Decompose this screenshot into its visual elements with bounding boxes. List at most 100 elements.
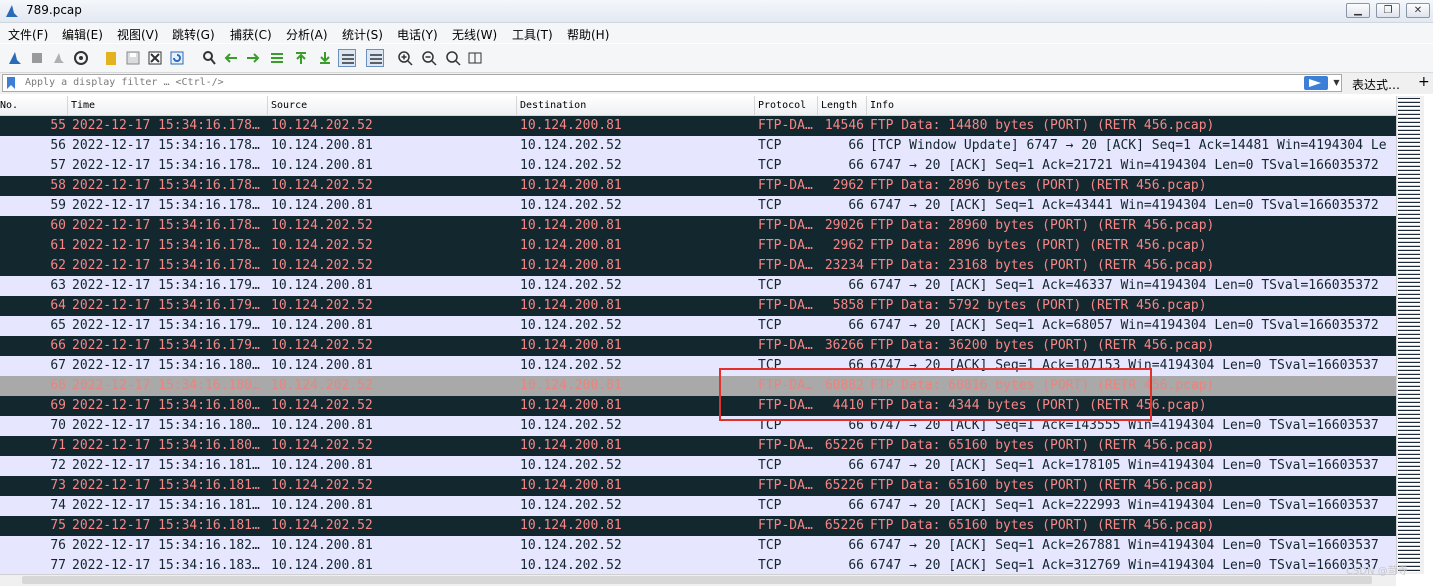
table-row[interactable]: 67 2022-12-17 15:34:16.180… 10.124.200.81 1… xyxy=(0,356,1396,376)
table-row[interactable]: 72 2022-12-17 15:34:16.181… 10.124.200.81 1… xyxy=(0,456,1396,476)
cell-proto: TCP xyxy=(758,158,782,173)
column-header-length[interactable]: Length xyxy=(818,96,867,115)
menu-edit[interactable]: 编辑(E) xyxy=(62,26,103,43)
table-row[interactable]: 74 2022-12-17 15:34:16.181… 10.124.200.81 1… xyxy=(0,496,1396,516)
cell-info: 6747 → 20 [ACK] Seq=1 Ack=267881 Win=419… xyxy=(870,538,1379,553)
column-header-info[interactable]: Info xyxy=(867,96,1396,115)
cell-dst: 10.124.200.81 xyxy=(520,378,622,393)
table-row[interactable]: 71 2022-12-17 15:34:16.180… 10.124.202.52 1… xyxy=(0,436,1396,456)
go-forward-icon[interactable] xyxy=(244,49,262,67)
apply-filter-arrow-icon[interactable] xyxy=(1304,76,1328,90)
capture-options-icon[interactable] xyxy=(72,49,90,67)
table-row[interactable]: 59 2022-12-17 15:34:16.178… 10.124.200.81 1… xyxy=(0,196,1396,216)
zoom-in-icon[interactable] xyxy=(396,49,414,67)
chevron-down-icon[interactable]: ▼ xyxy=(1331,76,1342,90)
table-row[interactable]: 65 2022-12-17 15:34:16.179… 10.124.200.81 1… xyxy=(0,316,1396,336)
table-row[interactable]: 58 2022-12-17 15:34:16.178… 10.124.202.52 1… xyxy=(0,176,1396,196)
table-row[interactable]: 66 2022-12-17 15:34:16.179… 10.124.202.52 1… xyxy=(0,336,1396,356)
cell-no: 59 xyxy=(50,198,66,213)
table-row[interactable]: 70 2022-12-17 15:34:16.180… 10.124.200.81 1… xyxy=(0,416,1396,436)
menu-tools[interactable]: 工具(T) xyxy=(512,26,553,43)
horizontal-scrollbar[interactable] xyxy=(0,574,1396,586)
table-row[interactable]: 64 2022-12-17 15:34:16.179… 10.124.202.52 1… xyxy=(0,296,1396,316)
go-to-packet-icon[interactable] xyxy=(268,49,286,67)
packet-list-header: No. Time Source Destination Protocol Len… xyxy=(0,96,1396,116)
table-row[interactable]: 56 2022-12-17 15:34:16.178… 10.124.200.81 1… xyxy=(0,136,1396,156)
table-row[interactable]: 55 2022-12-17 15:34:16.178… 10.124.202.52 1… xyxy=(0,116,1396,136)
first-packet-icon[interactable] xyxy=(292,49,310,67)
cell-proto: FTP-DA… xyxy=(758,178,813,193)
zoom-out-icon[interactable] xyxy=(420,49,438,67)
cell-dst: 10.124.202.52 xyxy=(520,558,622,573)
table-row[interactable]: 60 2022-12-17 15:34:16.178… 10.124.202.52 1… xyxy=(0,216,1396,236)
cell-no: 75 xyxy=(50,518,66,533)
menu-file[interactable]: 文件(F) xyxy=(8,26,48,43)
table-row[interactable]: 68 2022-12-17 15:34:16.180… 10.124.202.52 1… xyxy=(0,376,1396,396)
cell-src: 10.124.202.52 xyxy=(271,178,373,193)
go-back-icon[interactable] xyxy=(222,49,240,67)
menu-capture[interactable]: 捕获(C) xyxy=(230,26,272,43)
menu-go[interactable]: 跳转(G) xyxy=(172,26,215,43)
table-row[interactable]: 76 2022-12-17 15:34:16.182… 10.124.200.81 1… xyxy=(0,536,1396,556)
cell-src: 10.124.202.52 xyxy=(271,518,373,533)
cell-src: 10.124.202.52 xyxy=(271,378,373,393)
menu-wireless[interactable]: 无线(W) xyxy=(452,26,497,43)
cell-dst: 10.124.200.81 xyxy=(520,178,622,193)
add-filter-button[interactable]: + xyxy=(1418,74,1430,90)
menu-statistics[interactable]: 统计(S) xyxy=(342,26,383,43)
cell-dst: 10.124.200.81 xyxy=(520,118,622,133)
table-row[interactable]: 61 2022-12-17 15:34:16.178… 10.124.202.52 1… xyxy=(0,236,1396,256)
table-row[interactable]: 73 2022-12-17 15:34:16.181… 10.124.202.52 1… xyxy=(0,476,1396,496)
column-header-time[interactable]: Time xyxy=(68,96,268,115)
menu-help[interactable]: 帮助(H) xyxy=(567,26,609,43)
find-packet-icon[interactable] xyxy=(200,49,218,67)
cell-proto: FTP-DA… xyxy=(758,518,813,533)
cell-dst: 10.124.200.81 xyxy=(520,238,622,253)
cell-proto: TCP xyxy=(758,538,782,553)
expression-button[interactable]: 表达式… xyxy=(1352,76,1400,93)
stop-capture-icon[interactable] xyxy=(28,49,46,67)
bookmark-icon[interactable] xyxy=(6,76,16,90)
menu-analyze[interactable]: 分析(A) xyxy=(286,26,328,43)
table-row[interactable]: 57 2022-12-17 15:34:16.178… 10.124.200.81 1… xyxy=(0,156,1396,176)
restart-capture-icon[interactable] xyxy=(50,49,68,67)
table-row[interactable]: 69 2022-12-17 15:34:16.180… 10.124.202.52 1… xyxy=(0,396,1396,416)
cell-info: 6747 → 20 [ACK] Seq=1 Ack=222993 Win=419… xyxy=(870,498,1379,513)
start-capture-icon[interactable] xyxy=(6,49,24,67)
cell-dst: 10.124.200.81 xyxy=(520,518,622,533)
horizontal-scroll-thumb[interactable] xyxy=(22,576,1372,584)
reload-file-icon[interactable] xyxy=(168,49,186,67)
cell-time: 2022-12-17 15:34:16.178… xyxy=(72,178,260,193)
display-filter-input[interactable]: Apply a display filter … <Ctrl-/> ▼ xyxy=(2,74,1342,92)
column-header-destination[interactable]: Destination xyxy=(517,96,755,115)
table-row[interactable]: 77 2022-12-17 15:34:16.183… 10.124.200.81 1… xyxy=(0,556,1396,574)
restore-button[interactable]: ❐ xyxy=(1376,3,1400,18)
normal-size-icon[interactable] xyxy=(444,49,462,67)
table-row[interactable]: 62 2022-12-17 15:34:16.178… 10.124.202.52 1… xyxy=(0,256,1396,276)
resize-columns-icon[interactable] xyxy=(466,49,484,67)
column-header-no[interactable]: No. xyxy=(0,96,68,115)
last-packet-icon[interactable] xyxy=(316,49,334,67)
cell-time: 2022-12-17 15:34:16.180… xyxy=(72,418,260,433)
cell-no: 58 xyxy=(50,178,66,193)
column-header-source[interactable]: Source xyxy=(268,96,517,115)
packet-minimap[interactable] xyxy=(1398,98,1420,572)
cell-time: 2022-12-17 15:34:16.179… xyxy=(72,278,260,293)
cell-no: 71 xyxy=(50,438,66,453)
table-row[interactable]: 75 2022-12-17 15:34:16.181… 10.124.202.52 1… xyxy=(0,516,1396,536)
close-file-icon[interactable] xyxy=(146,49,164,67)
table-row[interactable]: 63 2022-12-17 15:34:16.179… 10.124.200.81 1… xyxy=(0,276,1396,296)
cell-info: FTP Data: 28960 bytes (PORT) (RETR 456.p… xyxy=(870,218,1215,233)
open-file-icon[interactable] xyxy=(102,49,120,67)
minimize-button[interactable]: ▁ xyxy=(1346,3,1370,18)
save-file-icon[interactable] xyxy=(124,49,142,67)
cell-len: 66 xyxy=(848,458,864,473)
column-header-protocol[interactable]: Protocol xyxy=(755,96,818,115)
autoscroll-icon[interactable] xyxy=(338,49,356,67)
menu-view[interactable]: 视图(V) xyxy=(117,26,159,43)
colorize-icon[interactable] xyxy=(366,49,384,67)
cell-time: 2022-12-17 15:34:16.182… xyxy=(72,538,260,553)
cell-proto: FTP-DA… xyxy=(758,118,813,133)
close-button[interactable]: ✕ xyxy=(1406,3,1430,18)
menu-telephony[interactable]: 电话(Y) xyxy=(397,26,438,43)
